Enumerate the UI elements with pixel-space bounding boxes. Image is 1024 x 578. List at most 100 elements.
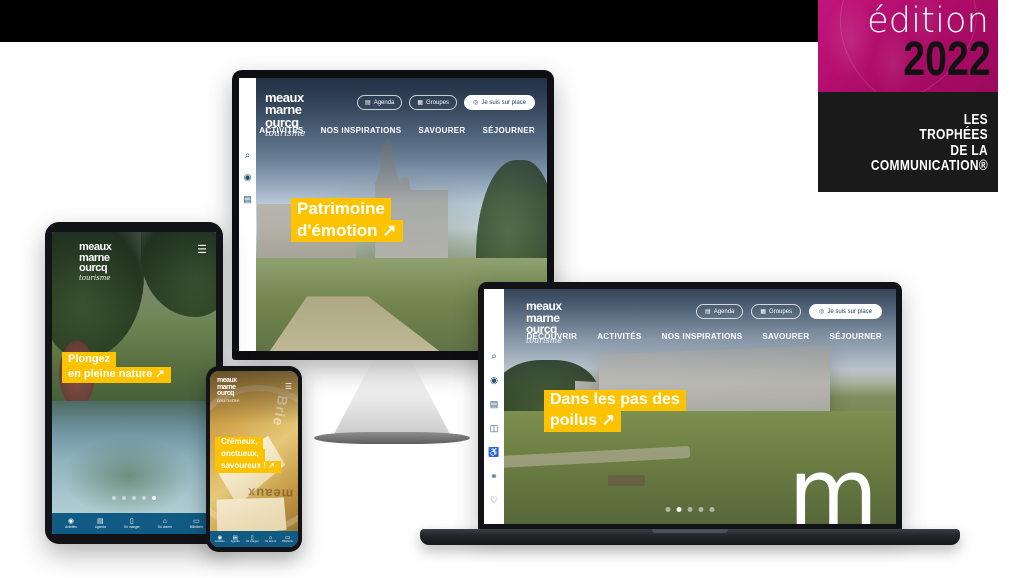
bottom-bar-label-activites: Activités <box>64 524 77 529</box>
button-je-suis-sur-place-label: Je suis sur place <box>481 99 526 106</box>
nav-item-savourer[interactable]: SAVOURER <box>418 126 465 135</box>
hero-banner-monitor[interactable]: Patrimoine d'émotion ↗ <box>291 198 403 243</box>
hero-line-1: Dans les pas des <box>544 390 686 411</box>
carousel-dots <box>665 507 715 512</box>
hero-line-2: onctueux, <box>215 448 265 461</box>
nav-item-activites[interactable]: ACTIVITÉS <box>259 126 303 135</box>
hamburger-menu-icon[interactable]: ☰ <box>285 383 292 391</box>
button-je-suis-sur-place[interactable]: ◎ Je suis sur place <box>809 304 882 319</box>
hero-line-2-wrap: d'émotion ↗ <box>291 220 403 243</box>
button-agenda[interactable]: ▤ Agenda <box>696 304 744 319</box>
bottom-bar-item-ou-manger[interactable]: ▯ Où manger <box>124 518 140 529</box>
brand-watermark: m <box>788 439 878 524</box>
tablet-screen: meaux marne ourcq tourisme ☰ Plongez en … <box>52 232 216 534</box>
phone-body: Brie meaux meaux marne ourcq tourisme ☰ … <box>206 366 302 552</box>
logo-tagline: tourisme <box>217 398 240 405</box>
top-black-band <box>0 0 818 42</box>
button-groupes[interactable]: ▦ Groupes <box>751 304 802 319</box>
location-target-icon[interactable]: ◉ <box>244 172 252 183</box>
bottom-bar-item-agenda[interactable]: ▤ Agenda <box>95 518 106 529</box>
nav-item-decouvrir[interactable]: DÉCOUVRIR <box>526 332 577 341</box>
bottom-bar-label-agenda: Agenda <box>94 524 106 529</box>
button-groupes[interactable]: ▦ Groupes <box>409 95 458 110</box>
bottom-bar-item-billetterie[interactable]: ▭ Billetterie <box>190 518 203 529</box>
nav-item-nos-inspirations[interactable]: NOS INSPIRATIONS <box>662 332 743 341</box>
nav-item-savourer[interactable]: SAVOURER <box>762 332 809 341</box>
nav-item-sejourner[interactable]: SÉJOURNER <box>483 126 536 135</box>
bottom-bar-item-ou-manger[interactable]: ▯ Où manger <box>246 535 259 544</box>
hero-line-3: savoureux ! <box>221 460 266 470</box>
carousel-dots <box>112 496 156 500</box>
bottom-bar-label-ou-manger: Où manger <box>245 539 259 543</box>
carousel-dot-5[interactable] <box>709 507 715 512</box>
carousel-dot-2[interactable] <box>676 507 682 512</box>
carousel-dot-1[interactable] <box>665 507 671 512</box>
carousel-dot-3[interactable] <box>132 496 136 500</box>
search-icon[interactable]: ⌕ <box>245 150 251 161</box>
button-je-suis-sur-place[interactable]: ◎ Je suis sur place <box>464 95 535 110</box>
hero-line-2: en pleine nature <box>68 368 153 381</box>
hero-line-1: Plongez <box>62 352 117 368</box>
carousel-dot-4[interactable] <box>142 496 146 500</box>
logo-line-1: meaux <box>79 241 112 253</box>
accessibility-icon[interactable]: ♿ <box>488 447 499 458</box>
arrow-icon: ↗ <box>268 460 275 470</box>
bottom-bar-label-agenda: Agenda <box>230 539 240 543</box>
bottom-bar-item-billetterie[interactable]: ▭ Billetterie <box>282 535 293 544</box>
hero-banner-laptop[interactable]: Dans les pas des poilus ↗ <box>544 390 686 432</box>
main-navigation: DÉCOUVRIR ACTIVITÉS NOS INSPIRATIONS SAV… <box>239 126 535 135</box>
mobile-bottom-bar: ◉ Activités ▤ Agenda ▯ Où manger ⌂ Où do… <box>52 513 216 534</box>
groups-icon: ▦ <box>417 100 424 106</box>
bottom-bar-item-agenda[interactable]: ▤ Agenda <box>231 535 240 544</box>
award-badge: édition 2022 LES TROPHÉES DE LA COMMUNIC… <box>818 0 998 192</box>
hero-line-2-wrap: poilus ↗ <box>544 410 621 432</box>
bottom-bar-item-ou-dormir[interactable]: ⌂ Où dormir <box>265 535 277 544</box>
button-je-suis-sur-place-label: Je suis sur place <box>827 308 872 315</box>
bottom-bar-item-ou-dormir[interactable]: ⌂ Où dormir <box>158 518 172 529</box>
nav-item-activites[interactable]: ACTIVITÉS <box>597 332 641 341</box>
hamburger-menu-icon[interactable]: ☰ <box>197 245 207 256</box>
carousel-dot-4[interactable] <box>698 507 704 512</box>
website-phone: Brie meaux meaux marne ourcq tourisme ☰ … <box>210 371 298 547</box>
bottom-bar-item-activites[interactable]: ◉ Activités <box>65 518 77 529</box>
carousel-dot-1[interactable] <box>112 496 116 500</box>
bottom-bar-item-activites[interactable]: ◉ Activités <box>215 535 225 544</box>
bottom-bar-label-ou-manger: Où manger <box>123 524 140 529</box>
carousel-dot-3[interactable] <box>687 507 693 512</box>
search-icon[interactable]: ⌕ <box>491 351 497 362</box>
website-laptop: meaux marne ourcq tourisme ▤ Agenda ▦ Gr… <box>484 289 896 524</box>
laptop-screen: meaux marne ourcq tourisme ▤ Agenda ▦ Gr… <box>484 289 896 524</box>
groups-icon: ▦ <box>760 309 767 315</box>
calendar-icon[interactable]: ▤ <box>490 399 499 410</box>
location-target-icon[interactable]: ◉ <box>490 375 498 386</box>
award-line-1: LES <box>963 110 988 128</box>
award-edition-label: édition <box>867 1 989 41</box>
photo-reflection <box>61 437 194 516</box>
binoculars-icon[interactable]: ⚭ <box>490 471 498 482</box>
nav-item-sejourner[interactable]: SÉJOURNER <box>830 332 883 341</box>
bottom-bar-label-activites: Activités <box>215 539 225 543</box>
smartphone: Brie meaux meaux marne ourcq tourisme ☰ … <box>206 366 302 552</box>
site-logo[interactable]: meaux marne ourcq tourisme <box>79 241 112 281</box>
favorite-heart-icon[interactable]: ♡ <box>490 495 498 506</box>
calendar-icon[interactable]: ▤ <box>243 194 252 205</box>
arrow-icon: ↗ <box>601 411 615 429</box>
site-logo[interactable]: meaux marne ourcq tourisme <box>217 377 240 405</box>
award-year: 2022 <box>903 33 991 86</box>
logo-line-3: ourcq <box>79 262 108 275</box>
calendar-icon: ▤ <box>365 100 371 106</box>
hero-banner-tablet[interactable]: Plongez en pleine nature ↗ <box>62 352 171 383</box>
website-tablet: meaux marne ourcq tourisme ☰ Plongez en … <box>52 232 216 534</box>
hero-line-1: Crémeux, <box>215 437 264 449</box>
carousel-dot-2[interactable] <box>122 496 126 500</box>
brochure-icon[interactable]: ◫ <box>490 423 499 434</box>
award-badge-top: édition 2022 <box>818 0 998 92</box>
button-agenda[interactable]: ▤ Agenda <box>357 95 403 110</box>
button-groupes-label: Groupes <box>426 99 450 106</box>
nav-item-nos-inspirations[interactable]: NOS INSPIRATIONS <box>321 126 402 135</box>
hero-banner-phone[interactable]: Crémeux, onctueux, savoureux ! ↗ <box>215 437 281 473</box>
arrow-icon: ↗ <box>155 368 165 381</box>
carousel-dot-5[interactable] <box>152 496 156 500</box>
bottom-bar-label-ou-dormir: Où dormir <box>264 539 277 543</box>
photo-label-text-bottom: meaux <box>246 485 293 503</box>
